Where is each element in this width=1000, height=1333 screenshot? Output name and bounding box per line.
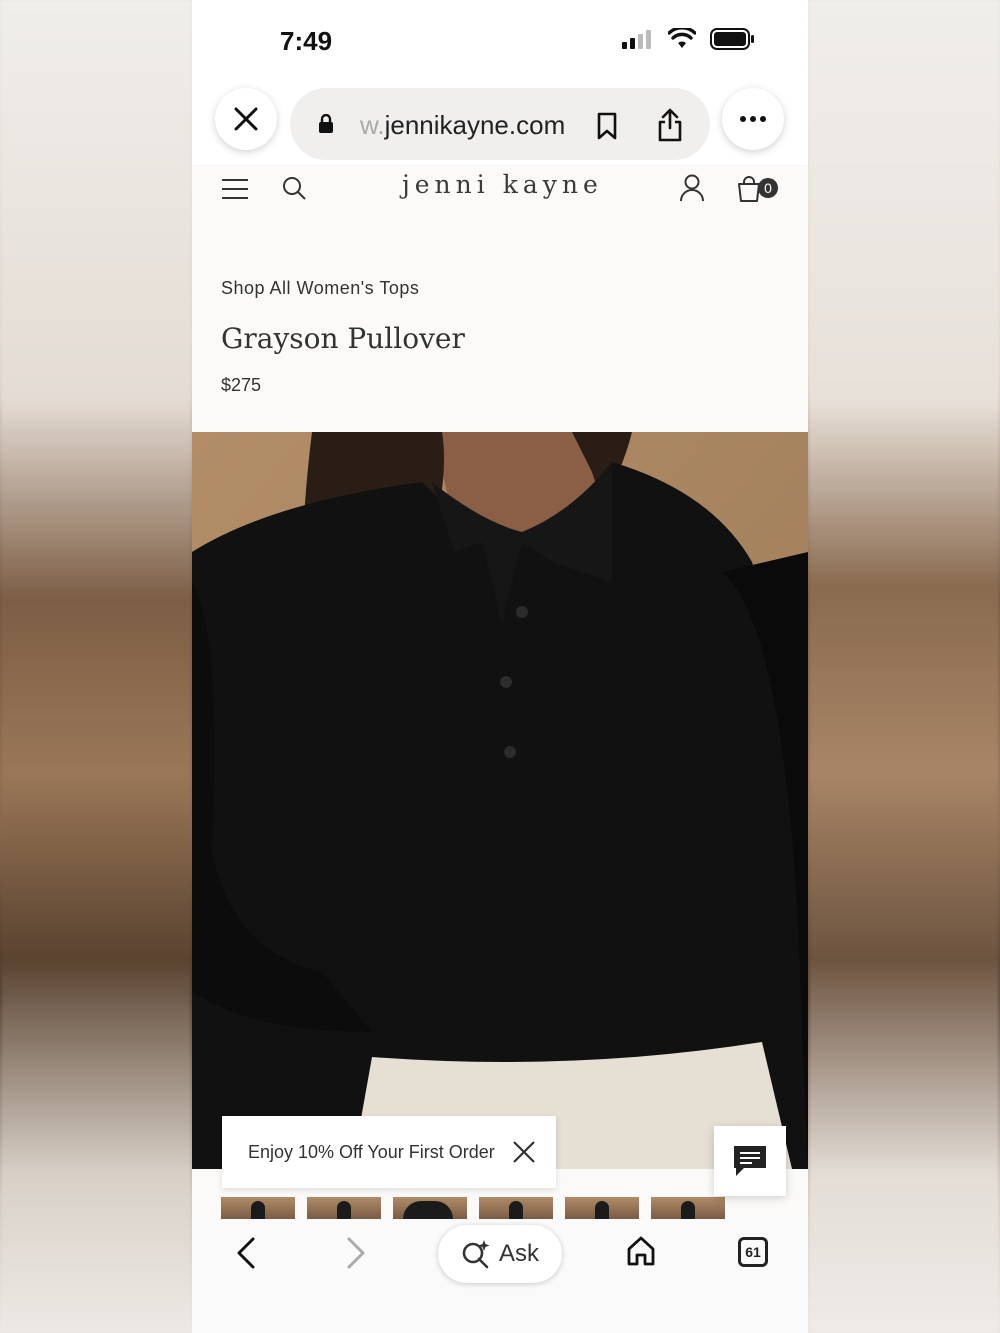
thumbnail[interactable] bbox=[479, 1197, 553, 1219]
signal-icon bbox=[622, 30, 651, 49]
thumbnail[interactable] bbox=[565, 1197, 639, 1219]
home-icon[interactable] bbox=[626, 1235, 656, 1267]
thumbnail-strip bbox=[192, 1197, 808, 1219]
search-icon[interactable] bbox=[282, 176, 306, 200]
thumbnail[interactable] bbox=[651, 1197, 725, 1219]
share-icon[interactable] bbox=[656, 108, 684, 142]
product-image[interactable] bbox=[192, 432, 808, 1169]
close-icon[interactable] bbox=[510, 1138, 538, 1166]
account-icon[interactable] bbox=[680, 174, 704, 202]
wifi-icon bbox=[668, 28, 696, 48]
close-tab-button[interactable] bbox=[215, 88, 277, 150]
battery-icon bbox=[710, 28, 754, 50]
blurred-background-right bbox=[808, 0, 1000, 1333]
chat-icon bbox=[734, 1146, 766, 1176]
url-domain: jennikayne.com bbox=[384, 110, 566, 140]
more-icon bbox=[740, 116, 766, 122]
url-prefix: w. bbox=[360, 110, 385, 140]
more-options-button[interactable] bbox=[722, 88, 784, 150]
site-logo[interactable]: jenni kayne bbox=[402, 170, 603, 199]
promo-banner[interactable]: Enjoy 10% Off Your First Order bbox=[222, 1116, 556, 1188]
product-price: $275 bbox=[221, 375, 262, 395]
lock-icon bbox=[319, 114, 333, 133]
back-icon[interactable] bbox=[236, 1237, 256, 1269]
status-bar: 7:49 bbox=[192, 0, 808, 84]
ask-label: Ask bbox=[498, 1240, 539, 1267]
ask-button[interactable]: Ask bbox=[438, 1225, 562, 1283]
browser-toolbar: Ask 61 bbox=[192, 1219, 808, 1333]
forward-icon[interactable] bbox=[346, 1237, 366, 1269]
phone-screen: 7:49 w.jennikayne.com jenni kayne 0 Shop… bbox=[192, 0, 808, 1333]
cart-count-badge: 0 bbox=[758, 178, 778, 198]
ask-sparkle-search-icon bbox=[462, 1240, 490, 1269]
product-title: Grayson Pullover bbox=[221, 322, 465, 355]
blurred-background-left bbox=[0, 0, 192, 1333]
browser-url-bar: w.jennikayne.com bbox=[192, 84, 808, 164]
status-icons bbox=[622, 28, 756, 50]
chat-button[interactable] bbox=[714, 1126, 786, 1196]
status-time: 7:49 bbox=[280, 26, 333, 56]
thumbnail[interactable] bbox=[221, 1197, 295, 1219]
thumbnail[interactable] bbox=[393, 1197, 467, 1219]
address-field[interactable]: w.jennikayne.com bbox=[290, 88, 710, 160]
breadcrumb[interactable]: Shop All Women's Tops bbox=[221, 278, 419, 299]
product-photo bbox=[192, 432, 808, 1169]
site-header: jenni kayne 0 bbox=[192, 164, 808, 214]
close-icon bbox=[234, 107, 258, 131]
menu-icon[interactable] bbox=[221, 178, 249, 200]
bookmark-icon[interactable] bbox=[596, 112, 618, 140]
url-text: w.jennikayne.com bbox=[360, 110, 565, 141]
tabs-button[interactable]: 61 bbox=[738, 1237, 768, 1267]
thumbnail[interactable] bbox=[307, 1197, 381, 1219]
promo-text: Enjoy 10% Off Your First Order bbox=[248, 1142, 495, 1162]
